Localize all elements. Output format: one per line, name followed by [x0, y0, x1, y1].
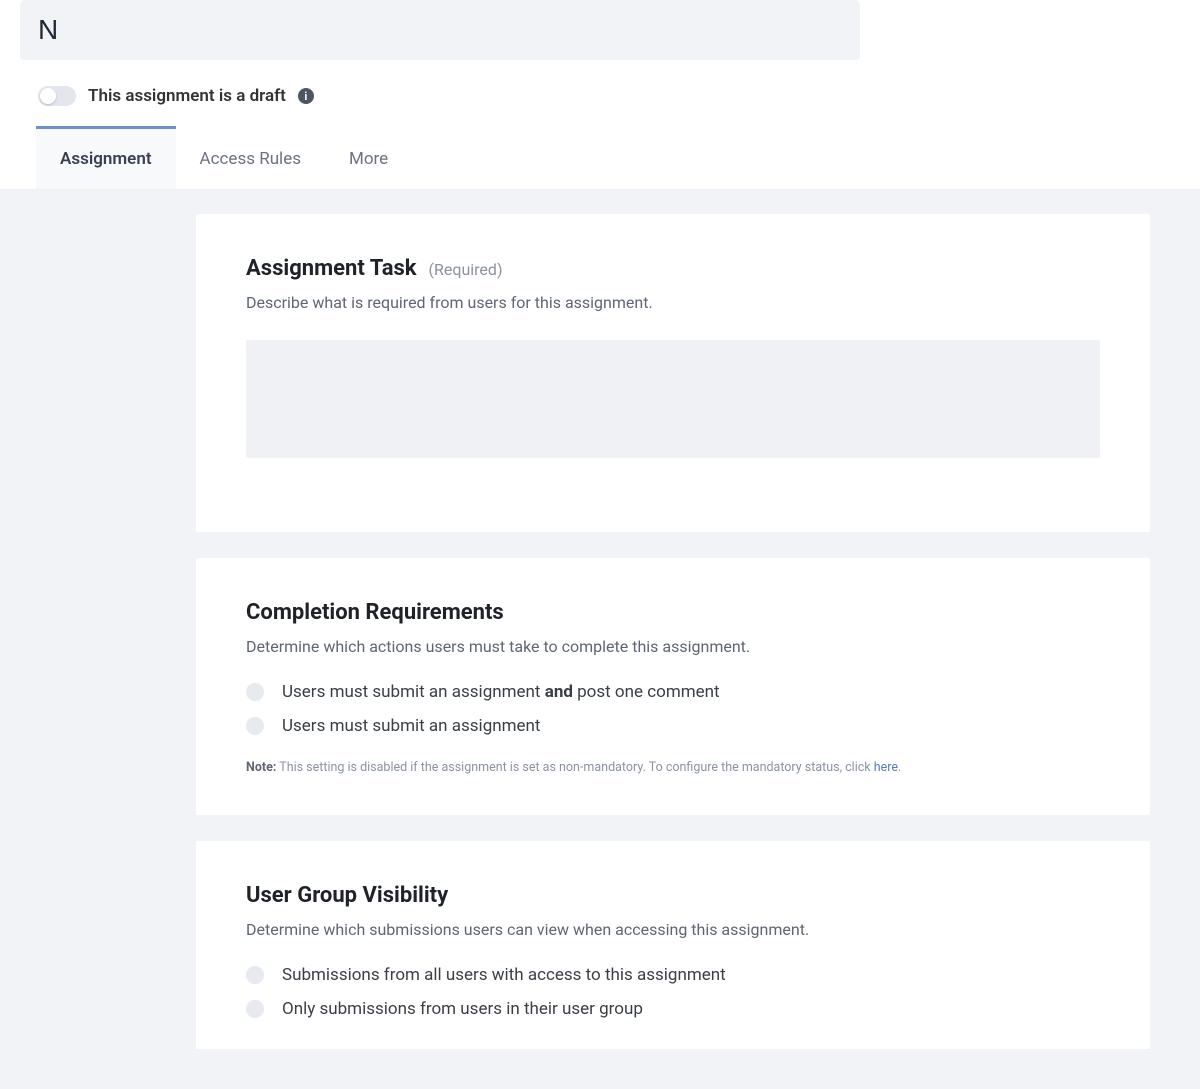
card-assignment-task: Assignment Task (Required) Describe what… [196, 214, 1150, 532]
visibility-option-user-group[interactable]: Only submissions from users in their use… [246, 999, 1100, 1019]
tab-label: Assignment [60, 149, 152, 169]
radio-label: Users must submit an assignment [282, 716, 541, 736]
visibility-option-all-users[interactable]: Submissions from all users with access t… [246, 965, 1100, 985]
tab-access-rules[interactable]: Access Rules [176, 126, 325, 189]
radio-icon [246, 1000, 264, 1018]
radio-icon [246, 717, 264, 735]
note-link-here[interactable]: here [874, 760, 898, 775]
tab-more[interactable]: More [325, 126, 412, 189]
radio-icon [246, 966, 264, 984]
section-title: Assignment Task [246, 256, 417, 281]
tabs: Assignment Access Rules More [0, 126, 1200, 190]
section-description: Describe what is required from users for… [246, 293, 1100, 312]
section-description: Determine which actions users must take … [246, 637, 1100, 656]
visibility-options: Submissions from all users with access t… [246, 965, 1100, 1019]
assignment-title-input[interactable] [20, 0, 860, 60]
section-title: User Group Visibility [246, 883, 448, 908]
note-tail: . [898, 760, 901, 775]
spacer [246, 462, 1100, 492]
content-area: Assignment Task (Required) Describe what… [0, 190, 1200, 1089]
draft-toggle-label: This assignment is a draft [88, 86, 286, 106]
section-title: Completion Requirements [246, 600, 504, 625]
radio-label: Submissions from all users with access t… [282, 965, 726, 985]
card-completion-requirements: Completion Requirements Determine which … [196, 558, 1150, 815]
completion-options: Users must submit an assignment and post… [246, 682, 1100, 736]
draft-toggle[interactable] [38, 86, 76, 106]
card-user-group-visibility: User Group Visibility Determine which su… [196, 841, 1150, 1049]
info-icon[interactable]: i [298, 88, 314, 104]
tab-label: More [349, 149, 388, 169]
note-text: This setting is disabled if the assignme… [276, 760, 873, 775]
required-tag: (Required) [429, 260, 503, 279]
assignment-task-textarea[interactable] [246, 340, 1100, 458]
note-label: Note: [246, 760, 276, 775]
tab-label: Access Rules [200, 149, 301, 169]
section-description: Determine which submissions users can vi… [246, 920, 1100, 939]
radio-label: Users must submit an assignment and post… [282, 682, 720, 702]
completion-note: Note: This setting is disabled if the as… [246, 760, 1100, 775]
radio-icon [246, 683, 264, 701]
completion-option-submit-only[interactable]: Users must submit an assignment [246, 716, 1100, 736]
toggle-knob [40, 88, 56, 104]
radio-label: Only submissions from users in their use… [282, 999, 643, 1019]
tab-assignment[interactable]: Assignment [36, 126, 176, 189]
completion-option-submit-and-comment[interactable]: Users must submit an assignment and post… [246, 682, 1100, 702]
